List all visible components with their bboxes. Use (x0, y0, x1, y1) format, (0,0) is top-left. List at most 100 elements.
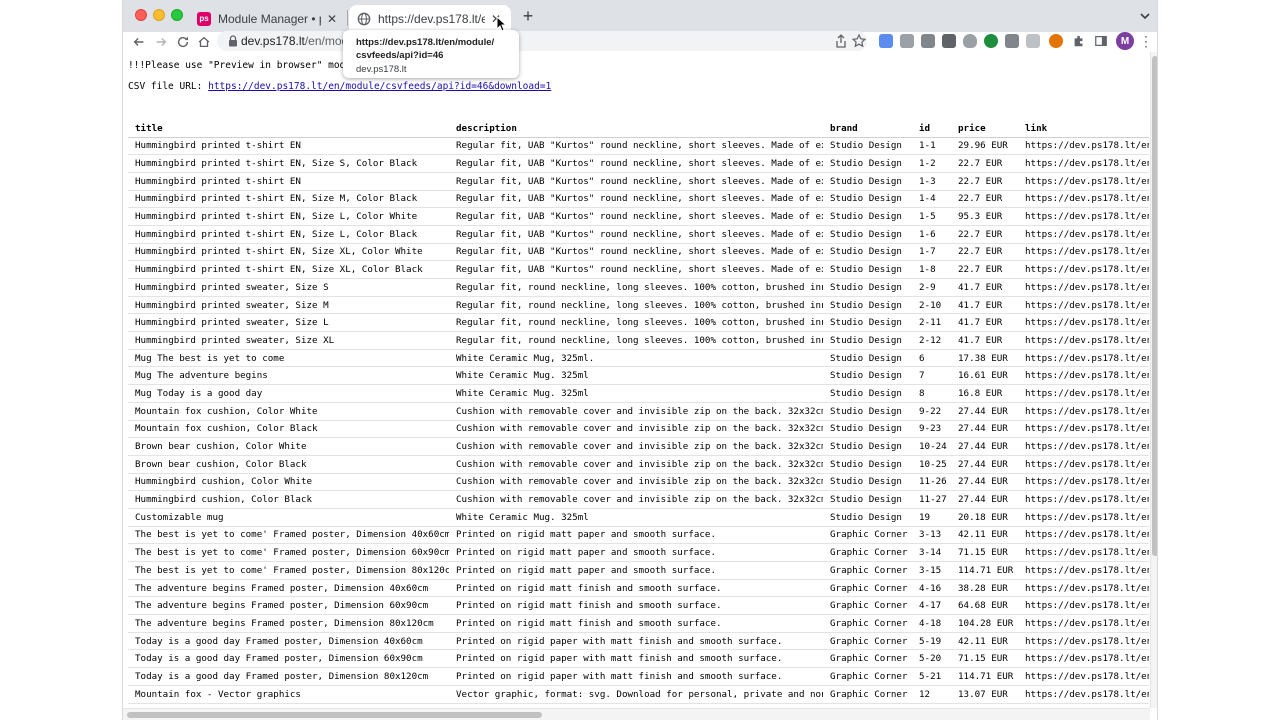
share-icon[interactable] (833, 33, 849, 49)
extension-icon[interactable] (984, 34, 998, 48)
cell-link: https://dev.ps178.lt/en/ (1018, 137, 1149, 156)
cell-link: https://dev.ps178.lt/en/ (1018, 561, 1149, 580)
cell-description: Cushion with removable cover and invisib… (449, 490, 823, 509)
cell-id: 1-4 (912, 190, 951, 209)
table-row: Hummingbird printed t-shirt EN, Size M, … (128, 190, 1149, 209)
close-icon[interactable]: ✕ (325, 12, 339, 26)
extension-icon[interactable] (879, 34, 893, 48)
cell-description: Regular fit, UAB "Kurtos" round neckline… (449, 260, 823, 279)
sidebar-icon[interactable] (1094, 34, 1108, 48)
puzzle-icon[interactable] (1072, 34, 1086, 48)
tab-hover-card: https://dev.ps178.lt/en/module/ csvfeeds… (343, 30, 519, 78)
cell-description: Printed on rigid paper with matt finish … (449, 632, 823, 651)
extension-icon[interactable] (1026, 34, 1040, 48)
table-row: Hummingbird printed t-shirt EN, Size XL,… (128, 243, 1149, 262)
cell-brand: Studio Design (823, 296, 912, 315)
cell-price: 13.07 EUR (951, 685, 1018, 704)
cell-description: Printed on rigid matt finish and smooth … (449, 614, 823, 633)
cell-description: Regular fit, round neckline, long sleeve… (449, 296, 823, 315)
csv-download-link[interactable]: https://dev.ps178.lt/en/module/csvfeeds/… (208, 81, 551, 92)
cell-title: The adventure begins Framed poster, Dime… (128, 579, 449, 598)
cell-description: Regular fit, round neckline, long sleeve… (449, 313, 823, 333)
extension-icon[interactable] (1005, 34, 1019, 48)
extension-icon[interactable] (921, 34, 935, 48)
cell-id: 10-24 (912, 437, 951, 456)
horizontal-scroll-thumb[interactable] (127, 712, 542, 718)
cell-title: The best is yet to come' Framed poster, … (128, 543, 449, 562)
cell-id: 5-21 (912, 667, 951, 686)
table-body: Hummingbird printed t-shirt EN Regular fi… (128, 137, 1149, 704)
cell-price: 22.7 EUR (951, 225, 1018, 244)
cell-link: https://dev.ps178.lt/en/ (1018, 225, 1149, 244)
table-row: The adventure begins Framed poster, Dime… (128, 579, 1149, 598)
prestashop-icon: ps (197, 11, 211, 26)
cell-price: 71.15 EUR (951, 543, 1018, 562)
cell-id: 1-1 (912, 137, 951, 156)
table-header-row: title description brand id price link (128, 120, 1149, 138)
cell-brand: Graphic Corner (823, 614, 912, 633)
cell-price: 22.7 EUR (951, 243, 1018, 262)
star-icon[interactable] (851, 33, 867, 49)
maximize-window-button[interactable] (171, 9, 183, 21)
menu-icon[interactable]: ⋮ (1139, 32, 1153, 52)
cell-id: 19 (912, 508, 951, 527)
column-header-id: id (912, 120, 951, 138)
cell-link: https://dev.ps178.lt/en/ (1018, 296, 1149, 315)
table-row: The best is yet to come' Framed poster, … (128, 526, 1149, 545)
cell-brand: Studio Design (823, 402, 912, 421)
cell-description: White Ceramic Mug. 325ml (449, 384, 823, 403)
browser-toolbar: dev.ps178.lt/en/module M ⋮ (123, 31, 1157, 52)
cell-link: https://dev.ps178.lt/en/ (1018, 667, 1149, 686)
address-bar[interactable]: dev.ps178.lt/en/module (217, 31, 867, 51)
cell-id: 5-20 (912, 649, 951, 669)
table-row: Hummingbird cushion, Color White Cushion … (128, 473, 1149, 492)
horizontal-scrollbar[interactable] (123, 708, 1150, 720)
cell-title: Mug Today is a good day (128, 384, 449, 403)
page-content: !!!Please use "Preview in browser" mode … (123, 52, 1149, 708)
cell-brand: Studio Design (823, 331, 912, 350)
new-tab-button[interactable]: + (518, 6, 538, 26)
camera-icon[interactable] (942, 34, 956, 48)
cell-link: https://dev.ps178.lt/en/ (1018, 278, 1149, 297)
tab-module-manager[interactable]: ps Module Manager • ps178 ✕ (189, 5, 347, 32)
cell-brand: Studio Design (823, 260, 912, 279)
forward-button[interactable] (151, 32, 171, 52)
minimize-window-button[interactable] (153, 9, 165, 21)
cell-brand: Graphic Corner (823, 579, 912, 598)
back-button[interactable] (129, 32, 149, 52)
cell-id: 3-14 (912, 543, 951, 562)
close-window-button[interactable] (135, 9, 147, 21)
cell-title: Hummingbird printed sweater, Size XL (128, 331, 449, 350)
right-gutter (1158, 0, 1280, 720)
shield-icon[interactable] (963, 34, 977, 48)
tab-csv-feed[interactable]: https://dev.ps178.lt/en/module/c ✕ (349, 5, 511, 32)
cell-title: Mug The adventure begins (128, 366, 449, 386)
cell-price: 71.15 EUR (951, 649, 1018, 669)
cell-description: Regular fit, UAB "Kurtos" round neckline… (449, 190, 823, 209)
cell-id: 11-26 (912, 473, 951, 492)
vertical-scrollbar[interactable] (1150, 52, 1157, 708)
table-row: Hummingbird printed t-shirt EN, Size L, … (128, 207, 1149, 226)
cell-link: https://dev.ps178.lt/en/ (1018, 596, 1149, 616)
avatar[interactable]: M (1116, 32, 1134, 50)
preview-notice: !!!Please use "Preview in browser" mode … (128, 60, 363, 71)
cell-title: Mug The best is yet to come (128, 349, 449, 368)
cell-link: https://dev.ps178.lt/en/ (1018, 331, 1149, 350)
cell-description: Printed on rigid matt paper and smooth s… (449, 561, 823, 580)
table-row: Mountain fox cushion, Color White Cushion… (128, 402, 1149, 421)
cell-link: https://dev.ps178.lt/en/ (1018, 207, 1149, 226)
extension-icon[interactable] (1049, 34, 1063, 48)
chevron-down-icon[interactable] (1137, 8, 1153, 24)
home-button[interactable] (194, 32, 214, 52)
cell-description: Regular fit, UAB "Kurtos" round neckline… (449, 225, 823, 244)
cell-id: 4-18 (912, 614, 951, 633)
vertical-scroll-thumb[interactable] (1152, 56, 1157, 556)
extension-icon[interactable] (900, 34, 914, 48)
cell-title: Hummingbird printed t-shirt EN, Size XL,… (128, 260, 449, 279)
table-row: Hummingbird printed t-shirt EN Regular fi… (128, 172, 1149, 191)
cell-id: 1-2 (912, 154, 951, 173)
reload-button[interactable] (173, 32, 193, 52)
column-header-title: title (128, 120, 449, 138)
cell-id: 1-3 (912, 172, 951, 191)
cell-title: Today is a good day Framed poster, Dimen… (128, 649, 449, 669)
